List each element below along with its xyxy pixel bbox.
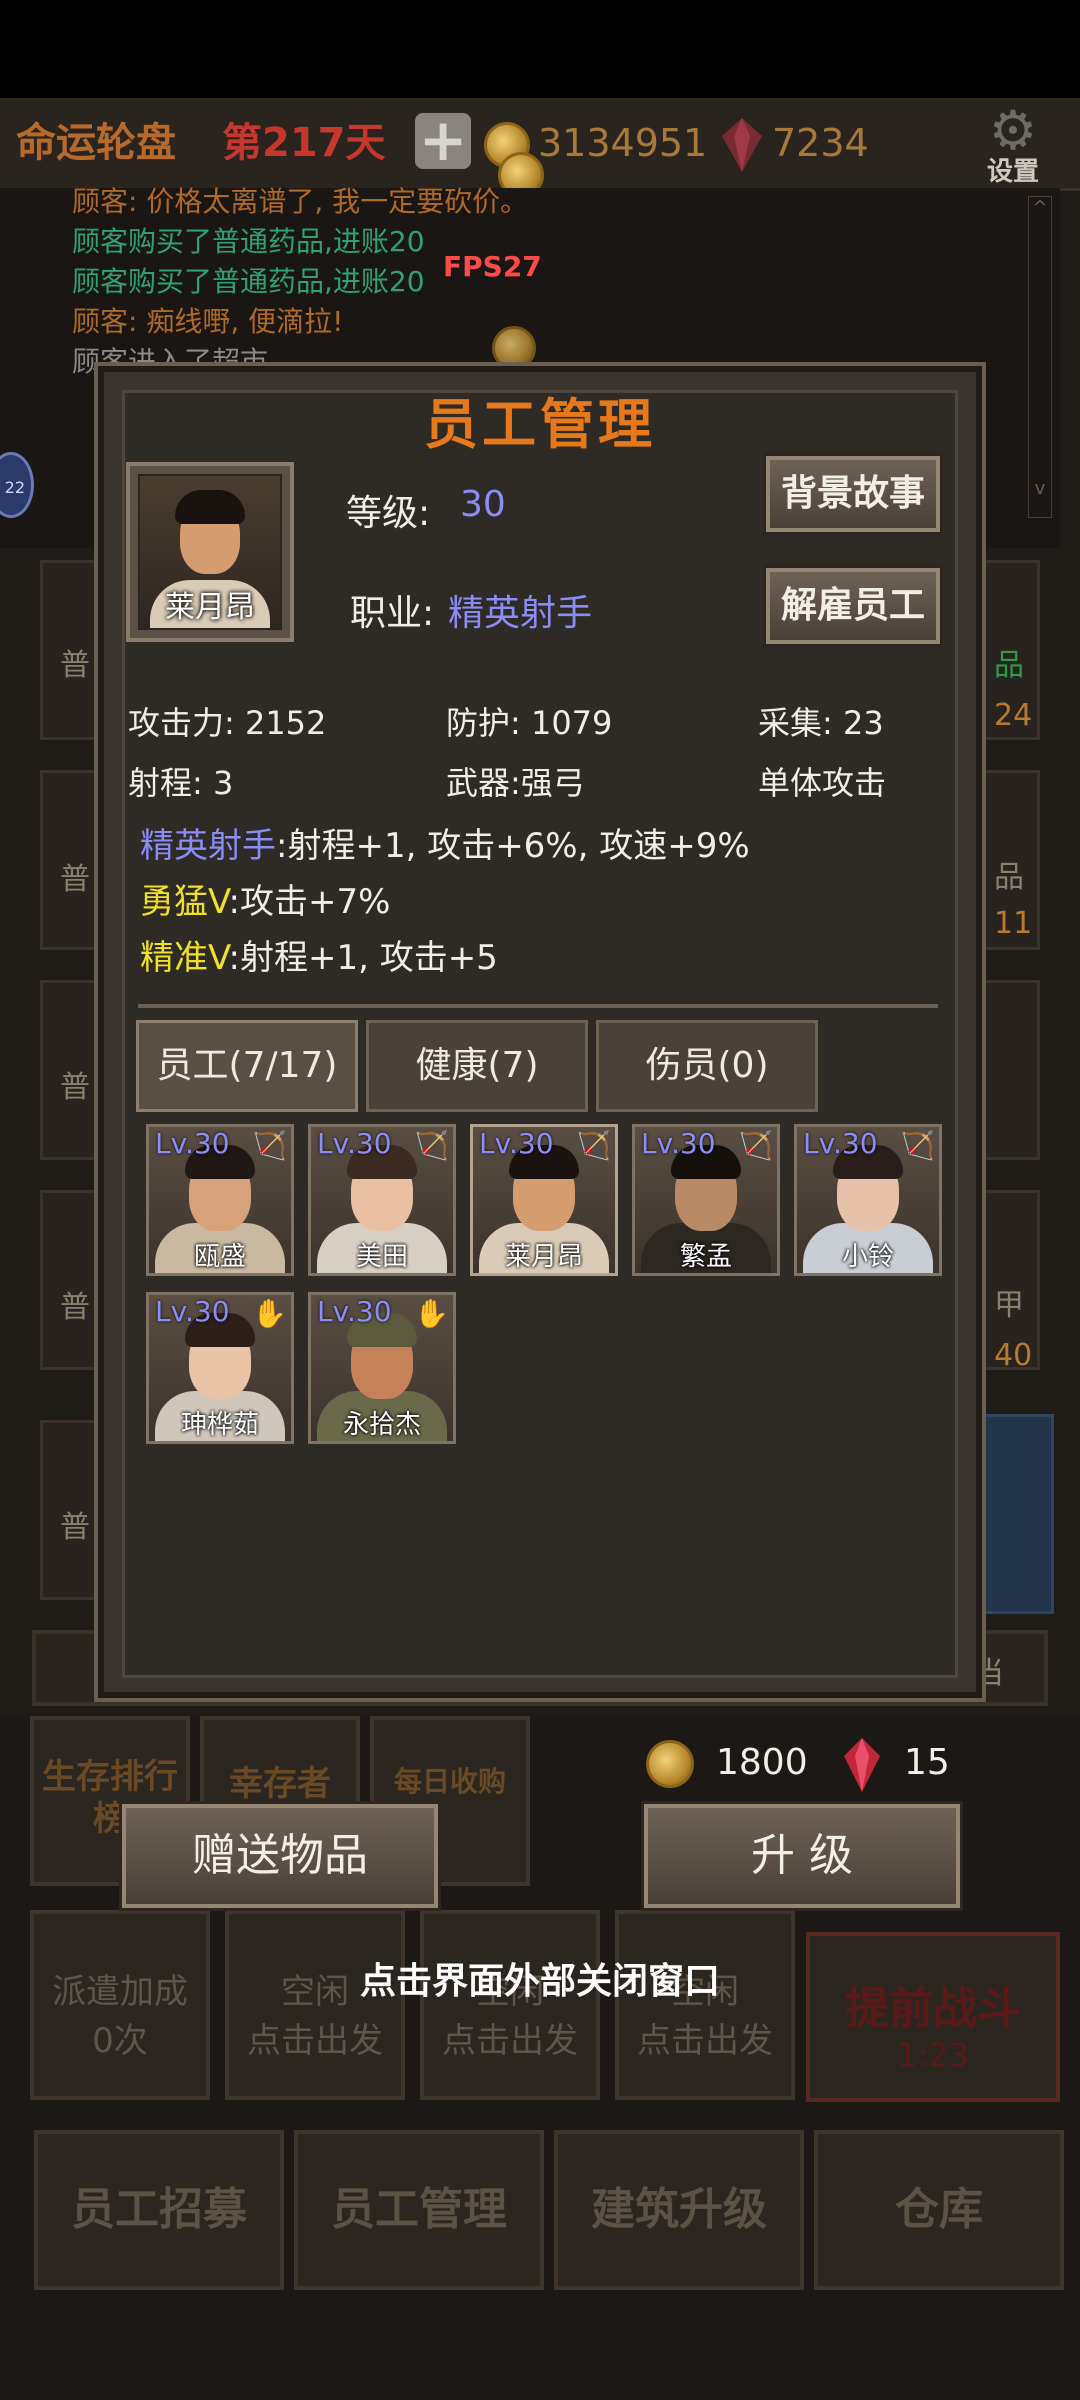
close-hint: 点击界面外部关闭窗口 — [359, 1961, 720, 2002]
employee-card[interactable]: Lv.30 🏹 瓯盛 — [146, 1124, 294, 1276]
gem-amount: 7234 — [772, 121, 869, 165]
skill-desc: :攻击+7% — [228, 882, 391, 922]
backstory-button[interactable]: 背景故事 — [766, 456, 940, 532]
employee-card[interactable]: Lv.30 ✋ 珅桦茹 — [146, 1292, 294, 1444]
status-bar-area — [0, 0, 1080, 98]
skill-line-1: 精英射手:射程+1, 攻击+6%, 攻速+9% — [140, 818, 750, 867]
skill-line-3: 精准V:射程+1, 攻击+5 — [140, 930, 498, 979]
nav-recruit-button[interactable]: 员工招募 — [34, 2130, 284, 2290]
log-scrollbar[interactable]: ^ v — [1028, 196, 1052, 518]
bow-icon: 🏹 — [900, 1129, 935, 1162]
skill-line-2: 勇猛V:攻击+7% — [140, 874, 390, 923]
skill-name: 勇猛V — [140, 882, 229, 922]
employee-card[interactable]: Lv.30 🏹 繁孟 — [632, 1124, 780, 1276]
selected-portrait: 莱月昂 — [126, 462, 294, 642]
add-resource-button[interactable]: + — [415, 111, 471, 169]
bg-right-tag: 40 — [994, 1338, 1033, 1373]
fire-employee-button[interactable]: 解雇员工 — [766, 568, 940, 644]
bg-right-tag: 品 — [994, 860, 1024, 895]
employee-name: 珅桦茹 — [180, 1410, 259, 1440]
employee-name: 瓯盛 — [193, 1242, 246, 1272]
employee-level: Lv.30 — [641, 1127, 716, 1160]
upgrade-gem-cost: 15 — [904, 1742, 950, 1783]
tab-healthy[interactable]: 健康(7) — [366, 1020, 588, 1112]
avatar: 莱月昂 — [138, 474, 282, 630]
day-counter: 第217天 — [222, 120, 386, 166]
employee-name: 繁孟 — [679, 1242, 732, 1272]
skill-name: 精准V — [140, 938, 229, 978]
divider — [138, 1004, 938, 1008]
employee-card[interactable]: Lv.30 🏹 莱月昂 — [470, 1124, 618, 1276]
settings-button[interactable]: ⚙ 设置 — [968, 102, 1058, 192]
nav-building-button[interactable]: 建筑升级 — [554, 2130, 804, 2290]
class-value: 精英射手 — [448, 593, 593, 634]
bg-right-tag: 品 — [994, 648, 1024, 683]
gear-icon: ⚙ — [988, 99, 1038, 162]
employee-name: 永拾杰 — [342, 1410, 421, 1440]
class-label: 职业: — [350, 593, 435, 634]
skill-desc: :射程+1, 攻击+6%, 攻速+9% — [276, 826, 750, 866]
skill-name: 精英射手 — [140, 826, 276, 866]
weapon-stat: 武器:强弓 — [446, 764, 585, 802]
bow-icon: 🏹 — [738, 1129, 773, 1162]
employee-card[interactable]: Lv.30 🏹 小铃 — [794, 1124, 942, 1276]
log-line: 顾客购买了普通药品,进账20 — [72, 225, 425, 258]
bg-right-tag: 甲 — [994, 1288, 1024, 1323]
gem-icon — [722, 118, 762, 172]
nav-storage-button[interactable]: 仓库 — [814, 2130, 1064, 2290]
employee-level: Lv.30 — [479, 1127, 554, 1160]
gold-coin-icon — [646, 1740, 694, 1788]
bg-row-tag: 普 — [60, 648, 90, 683]
bow-icon: 🏹 — [576, 1129, 611, 1162]
bow-icon: 🏹 — [252, 1129, 287, 1162]
nav-staff-button[interactable]: 员工管理 — [294, 2130, 544, 2290]
employee-level: Lv.30 — [155, 1127, 230, 1160]
gem-icon — [844, 1738, 880, 1792]
dispatch-bonus: 派遣加成 0次 — [30, 1910, 210, 2100]
attack-type: 单体攻击 — [758, 764, 887, 802]
dispatch-slot-1[interactable]: 空闲 点击出发 — [225, 1910, 405, 2100]
employee-level: Lv.30 — [317, 1127, 392, 1160]
upgrade-button[interactable]: 升 级 — [644, 1804, 960, 1908]
employee-level: Lv.30 — [803, 1127, 878, 1160]
upgrade-gold-cost: 1800 — [716, 1742, 808, 1783]
dispatch-slot-2[interactable]: 空闲 点击出发 — [420, 1910, 600, 2100]
defense-stat: 防护: 1079 — [446, 704, 613, 742]
skill-desc: :射程+1, 攻击+5 — [228, 938, 498, 978]
level-value: 30 — [460, 484, 506, 525]
employee-name: 小铃 — [841, 1242, 894, 1272]
glove-icon: ✋ — [414, 1297, 449, 1330]
gather-stat: 采集: 23 — [758, 704, 884, 742]
bg-right-tag: 24 — [994, 698, 1033, 733]
gold-amount: 3134951 — [538, 121, 708, 165]
dispatch-slot-3[interactable]: 空闲 点击出发 — [615, 1910, 795, 2100]
log-line: 顾客: 价格太离谱了, 我一定要砍价。 — [72, 185, 529, 218]
selected-name: 莱月昂 — [165, 590, 255, 625]
bg-row-tag: 普 — [60, 1290, 90, 1325]
tab-injured[interactable]: 伤员(0) — [596, 1020, 818, 1112]
tab-employees[interactable]: 员工(7/17) — [136, 1020, 358, 1112]
bg-blue-panel — [976, 1414, 1054, 1614]
level-label: 等级: — [346, 493, 431, 534]
log-line: 顾客购买了普通药品,进账20 — [72, 265, 425, 298]
employee-card[interactable]: Lv.30 🏹 美田 — [308, 1124, 456, 1276]
log-line: 顾客: 痴线嘢, 便滴拉! — [72, 305, 344, 338]
employee-name: 美田 — [355, 1242, 408, 1272]
bg-row-tag: 普 — [60, 1070, 90, 1105]
bg-row-tag: 普 — [60, 1510, 90, 1545]
gift-item-button[interactable]: 赠送物品 — [122, 1804, 438, 1908]
bg-right-tag: 11 — [994, 906, 1033, 941]
employee-name: 莱月昂 — [504, 1242, 583, 1272]
fps-counter: FPS27 — [443, 250, 542, 283]
attack-stat: 攻击力: 2152 — [128, 704, 327, 742]
employee-level: Lv.30 — [317, 1295, 392, 1328]
glove-icon: ✋ — [252, 1297, 287, 1330]
game-title: 命运轮盘 — [16, 120, 176, 166]
employee-card[interactable]: Lv.30 ✋ 永拾杰 — [308, 1292, 456, 1444]
range-stat: 射程: 3 — [128, 764, 234, 802]
employee-level: Lv.30 — [155, 1295, 230, 1328]
bg-row-tag: 普 — [60, 862, 90, 897]
modal-title: 员工管理 — [424, 393, 656, 456]
bow-icon: 🏹 — [414, 1129, 449, 1162]
